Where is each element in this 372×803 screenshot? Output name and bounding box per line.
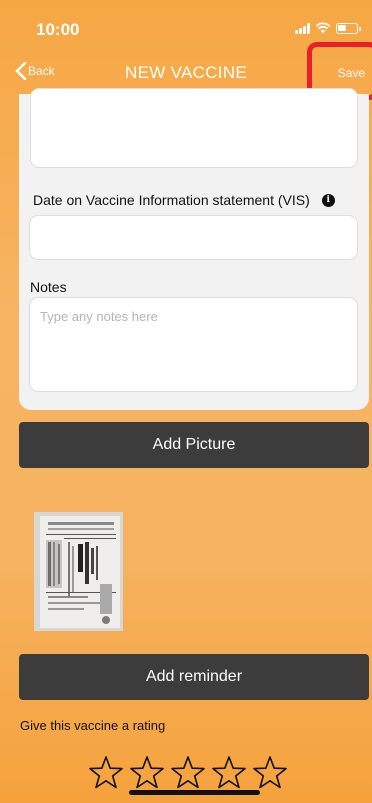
vis-date-label: Date on Vaccine Information statement (V… — [33, 192, 335, 208]
vaccine-form-card: Date on Vaccine Information statement (V… — [19, 88, 369, 410]
star-icon[interactable] — [129, 755, 165, 789]
notes-placeholder: Type any notes here — [40, 309, 158, 324]
add-picture-button[interactable]: Add Picture — [19, 422, 369, 468]
star-icon[interactable] — [211, 755, 247, 789]
previous-field-input[interactable] — [30, 88, 358, 168]
notes-label: Notes — [30, 279, 67, 295]
star-icon[interactable] — [170, 755, 206, 789]
document-photo-image — [34, 512, 123, 631]
rating-label: Give this vaccine a rating — [20, 718, 166, 733]
status-icons — [295, 22, 361, 34]
star-icon[interactable] — [88, 755, 124, 789]
notes-textarea[interactable]: Type any notes here — [29, 297, 358, 392]
document-photo-thumbnail[interactable] — [34, 512, 123, 631]
status-bar: 10:00 — [0, 0, 372, 56]
star-icon[interactable] — [252, 755, 288, 789]
save-button[interactable]: Save — [338, 66, 365, 80]
home-indicator — [129, 790, 260, 795]
wifi-icon — [315, 22, 331, 34]
battery-icon — [336, 22, 361, 34]
vis-date-input[interactable] — [29, 215, 358, 260]
vis-date-label-text: Date on Vaccine Information statement (V… — [33, 192, 310, 208]
signal-icon — [295, 22, 310, 34]
status-time: 10:00 — [36, 20, 80, 39]
star-rating — [88, 755, 288, 789]
add-reminder-button[interactable]: Add reminder — [19, 654, 369, 700]
info-icon[interactable]: i — [321, 193, 335, 207]
page-title: NEW VACCINE — [125, 63, 247, 82]
